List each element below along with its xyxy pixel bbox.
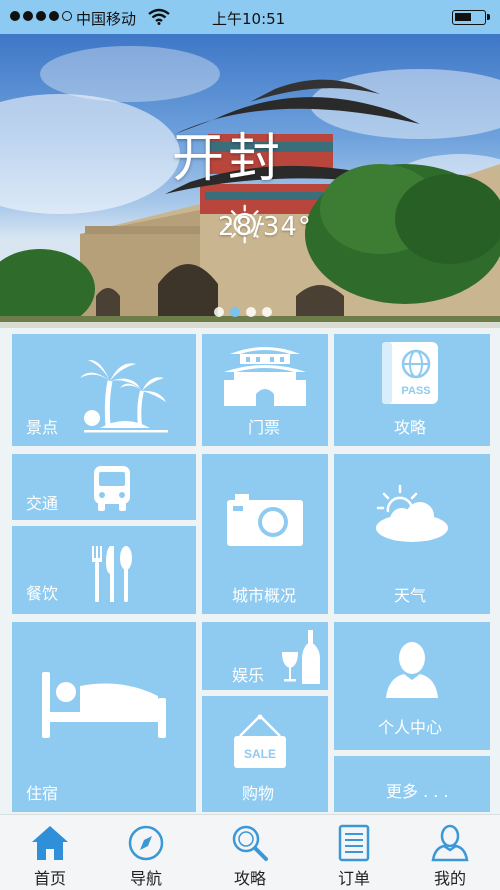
tile-label: 城市概况 <box>232 586 297 605</box>
person-icon <box>386 642 438 698</box>
order-list-icon <box>338 824 370 862</box>
tab-navigation[interactable]: 导航 <box>96 815 196 890</box>
tile-label: 更多 . . . <box>386 782 449 801</box>
carousel-dot-active[interactable] <box>230 307 240 317</box>
tab-orders[interactable]: 订单 <box>304 815 404 890</box>
tile-label: 娱乐 <box>232 666 265 685</box>
wifi-icon <box>148 8 170 25</box>
cutlery-icon <box>92 546 132 602</box>
partly-cloudy-icon <box>376 484 448 542</box>
tile-label: 天气 <box>394 586 427 605</box>
status-bar: 中国移动 上午10:51 <box>0 0 500 34</box>
tile-label: 攻略 <box>394 418 427 437</box>
clock: 上午10:51 <box>212 10 286 28</box>
tile-label: 购物 <box>242 784 275 803</box>
tile-label: 餐饮 <box>26 584 59 603</box>
tab-guide[interactable]: 攻略 <box>200 815 300 890</box>
tile-more[interactable]: 更多 . . . <box>334 756 490 812</box>
search-icon <box>232 825 268 861</box>
sale-sign-icon: SALE <box>234 714 286 768</box>
tile-scenic[interactable]: 景点 <box>12 334 196 446</box>
tile-shopping[interactable]: SALE 购物 <box>202 696 328 812</box>
tile-label: 景点 <box>26 418 59 437</box>
tile-label: 个人中心 <box>378 718 443 737</box>
camera-icon <box>227 494 303 546</box>
battery-icon <box>452 10 490 25</box>
tile-dining[interactable]: 餐饮 <box>12 526 196 614</box>
carousel-dot[interactable] <box>262 307 272 317</box>
tab-label: 订单 <box>337 869 370 888</box>
temperature: 28/34° <box>218 212 312 242</box>
tab-label: 导航 <box>129 869 162 888</box>
tab-home[interactable]: 首页 <box>0 815 100 890</box>
tile-profile[interactable]: 个人中心 <box>334 622 490 750</box>
compass-icon <box>128 825 164 861</box>
tile-weather[interactable]: 天气 <box>334 454 490 614</box>
tile-label: 住宿 <box>26 784 59 803</box>
tile-lodging[interactable]: 住宿 <box>12 622 196 812</box>
user-icon <box>431 824 469 862</box>
bus-icon <box>94 466 130 511</box>
tile-label: 交通 <box>26 494 59 513</box>
tab-me[interactable]: 我的 <box>400 815 500 890</box>
palm-tree-icon <box>80 359 168 433</box>
bed-icon <box>42 672 166 738</box>
svg-text:SALE: SALE <box>244 747 276 761</box>
tile-transport[interactable]: 交通 <box>12 454 196 520</box>
carousel-indicator[interactable] <box>214 307 272 317</box>
tile-tickets[interactable]: 门票 <box>202 334 328 446</box>
tile-city-overview[interactable]: 城市概况 <box>202 454 328 614</box>
city-name: 开封 <box>171 129 284 189</box>
carrier-name: 中国移动 <box>76 10 137 28</box>
carousel-dot[interactable] <box>214 307 224 317</box>
tile-entertainment[interactable]: 娱乐 <box>202 622 328 690</box>
city-gate-icon <box>224 347 306 406</box>
tile-guide[interactable]: PASS 攻略 <box>334 334 490 446</box>
hero-banner[interactable]: 开封 28/34° <box>0 34 500 328</box>
tab-bar: 首页 导航 攻略 订单 我的 <box>0 814 500 890</box>
tab-label: 攻略 <box>233 869 266 888</box>
svg-text:PASS: PASS <box>401 385 430 397</box>
wine-icon <box>282 630 320 684</box>
home-icon <box>32 826 68 860</box>
tab-label: 我的 <box>433 869 466 888</box>
signal-strength-icon <box>10 11 72 21</box>
tile-label: 门票 <box>248 418 281 437</box>
tab-label: 首页 <box>33 869 66 888</box>
passport-icon: PASS <box>382 342 438 404</box>
carousel-dot[interactable] <box>246 307 256 317</box>
